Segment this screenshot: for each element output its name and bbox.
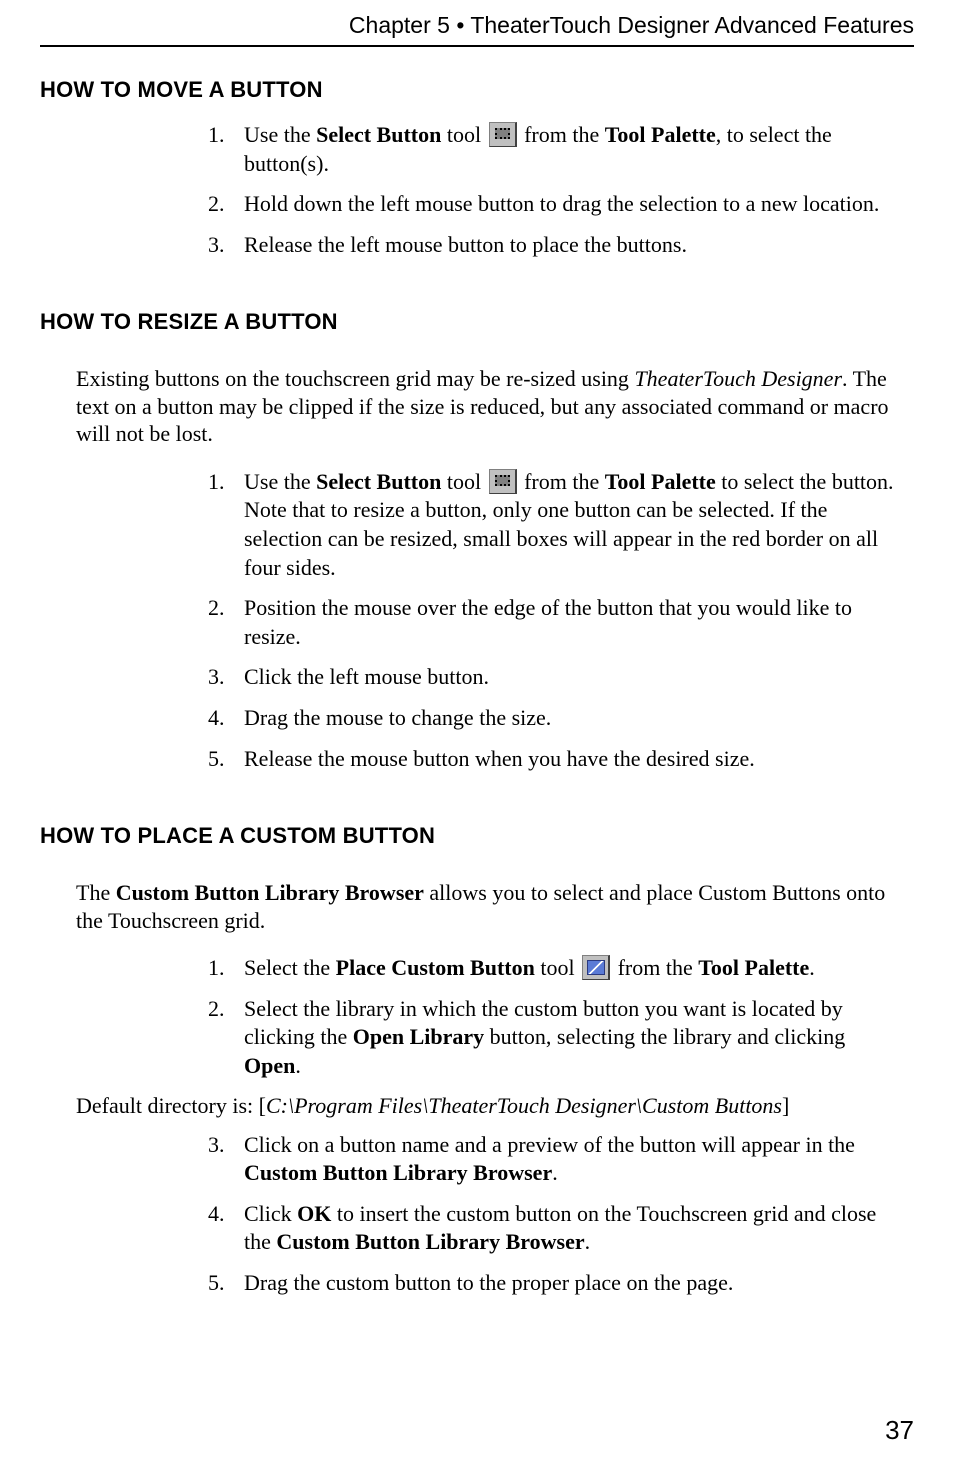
heading-resize: HOW TO RESIZE A BUTTON [40, 309, 914, 335]
list-item: Click the left mouse button. [230, 663, 904, 692]
list-item: Release the left mouse button to place t… [230, 231, 904, 260]
select-button-tool-icon [489, 122, 517, 147]
text: Use the [244, 469, 316, 494]
bold-text: Tool Palette [698, 955, 809, 980]
text: The [76, 880, 116, 905]
custom-steps-a: Select the Place Custom Button tool from… [230, 954, 914, 1080]
page-number: 37 [885, 1415, 914, 1446]
text: Click [244, 1201, 297, 1226]
bold-text: Select Button [316, 122, 441, 147]
move-steps: Use the Select Button tool from the Tool… [230, 121, 914, 259]
default-directory: Default directory is: [C:\Program Files\… [76, 1093, 914, 1119]
text: . [295, 1053, 301, 1078]
bold-text: Select Button [316, 469, 441, 494]
resize-steps: Use the Select Button tool from the Tool… [230, 468, 914, 773]
bold-text: Place Custom Button [336, 955, 535, 980]
text: Existing buttons on the touchscreen grid… [76, 366, 634, 391]
bold-text: Open Library [353, 1024, 484, 1049]
list-item: Drag the mouse to change the size. [230, 704, 904, 733]
list-item: Select the library in which the custom b… [230, 995, 904, 1081]
custom-intro: The Custom Button Library Browser allows… [76, 879, 914, 934]
list-item: Release the mouse button when you have t… [230, 745, 904, 774]
text: Use the [244, 122, 316, 147]
custom-steps-b: Click on a button name and a preview of … [230, 1131, 914, 1298]
italic-text: C:\Program Files\TheaterTouch Designer\C… [266, 1093, 782, 1118]
bold-text: Tool Palette [605, 122, 716, 147]
text: . [585, 1229, 591, 1254]
italic-text: TheaterTouch Designer [634, 366, 842, 391]
heading-move: HOW TO MOVE A BUTTON [40, 77, 914, 103]
list-item: Select the Place Custom Button tool from… [230, 954, 904, 983]
text: Click on a button name and a preview of … [244, 1132, 855, 1157]
text: ] [782, 1093, 789, 1118]
text: tool [535, 955, 580, 980]
list-item: Hold down the left mouse button to drag … [230, 190, 904, 219]
text: tool [441, 122, 486, 147]
resize-intro: Existing buttons on the touchscreen grid… [76, 365, 914, 448]
list-item: Click on a button name and a preview of … [230, 1131, 904, 1188]
list-item: Click OK to insert the custom button on … [230, 1200, 904, 1257]
bold-text: Custom Button Library Browser [116, 880, 424, 905]
bold-text: Open [244, 1053, 295, 1078]
text: . [809, 955, 815, 980]
list-item: Use the Select Button tool from the Tool… [230, 121, 904, 178]
list-item: Drag the custom button to the proper pla… [230, 1269, 904, 1298]
text: from the [612, 955, 698, 980]
bold-text: Custom Button Library Browser [244, 1160, 552, 1185]
page-header: Chapter 5 • TheaterTouch Designer Advanc… [40, 12, 914, 47]
heading-custom: HOW TO PLACE A CUSTOM BUTTON [40, 823, 914, 849]
text: Default directory is: [ [76, 1093, 266, 1118]
bold-text: Custom Button Library Browser [276, 1229, 584, 1254]
place-custom-button-tool-icon [582, 955, 610, 980]
text: button, selecting the library and clicki… [484, 1024, 845, 1049]
text: from the [519, 122, 605, 147]
text: tool [441, 469, 486, 494]
bold-text: Tool Palette [605, 469, 716, 494]
select-button-tool-icon [489, 469, 517, 494]
text: . [552, 1160, 558, 1185]
list-item: Use the Select Button tool from the Tool… [230, 468, 904, 582]
text: Select the [244, 955, 336, 980]
text: from the [519, 469, 605, 494]
list-item: Position the mouse over the edge of the … [230, 594, 904, 651]
bold-text: OK [297, 1201, 331, 1226]
